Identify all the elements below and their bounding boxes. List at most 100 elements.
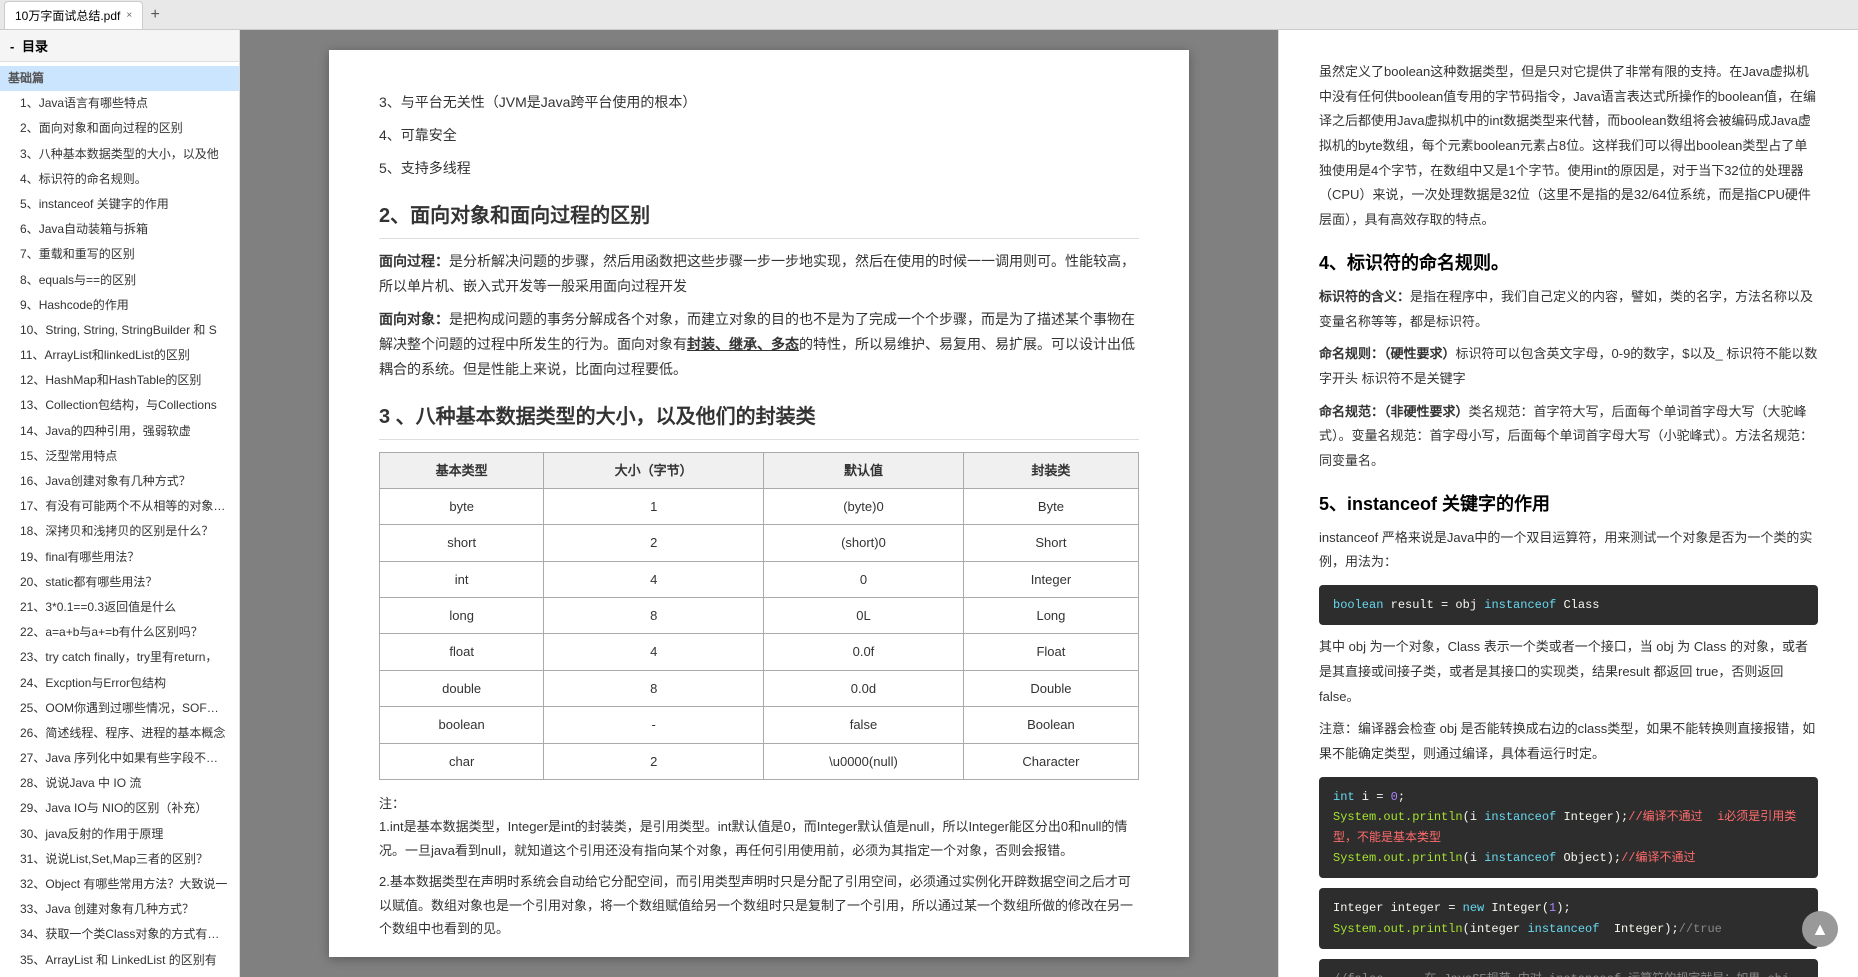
sidebar-item-24[interactable]: 24、Excption与Error包结构 <box>0 671 239 696</box>
sidebar-item-2[interactable]: 2、面向对象和面向过程的区别 <box>0 116 239 141</box>
instanceof-explain2: 注意：编译器会检查 obj 是否能转换成右边的class类型，如果不能转换则直接… <box>1319 717 1818 766</box>
point-5: 5、支持多线程 <box>379 156 1139 181</box>
sidebar-item-9[interactable]: 9、Hashcode的作用 <box>0 293 239 318</box>
sidebar-item-10[interactable]: 10、String, String, StringBuilder 和 S <box>0 318 239 343</box>
sidebar-item-3[interactable]: 3、八种基本数据类型的大小，以及他 <box>0 142 239 167</box>
sidebar-item-31[interactable]: 31、说说List,Set,Map三者的区别？ <box>0 847 239 872</box>
label-process: 面向过程： <box>379 253 449 269</box>
sidebar-item-16[interactable]: 16、Java创建对象有几种方式？ <box>0 469 239 494</box>
sidebar-item-20[interactable]: 20、static都有哪些用法？ <box>0 570 239 595</box>
col-default: 默认值 <box>764 452 964 488</box>
tab-close-button[interactable]: × <box>126 10 132 21</box>
tab-bar: 10万字面试总结.pdf × + <box>0 0 1858 30</box>
content-wrapper: 3、与平台无关性（JVM是Java跨平台使用的根本） 4、可靠安全 5、支持多线… <box>240 30 1858 977</box>
note-label: 注： <box>379 792 1139 815</box>
point-4: 4、可靠安全 <box>379 123 1139 148</box>
sidebar-item-14[interactable]: 14、Java的四种引用，强弱软虚 <box>0 419 239 444</box>
sidebar-item-17[interactable]: 17、有没有可能两个不从相等的对象有相 <box>0 494 239 519</box>
section5-heading: 5、instanceof 关键字的作用 <box>1319 490 1818 516</box>
pdf-body: 3、与平台无关性（JVM是Java跨平台使用的根本） 4、可靠安全 5、支持多线… <box>379 90 1139 940</box>
code-keyword-boolean: boolean <box>1333 598 1383 612</box>
sidebar: - 目录 基础篇 1、Java语言有哪些特点 2、面向对象和面向过程的区别 3、… <box>0 30 240 977</box>
sidebar-item-4[interactable]: 4、标识符的命名规则。 <box>0 167 239 192</box>
table-row: char2\u0000(null)Character <box>380 743 1139 779</box>
sidebar-item-25[interactable]: 25、OOM你遇到过哪些情况，SOF你遇 <box>0 696 239 721</box>
sidebar-item-28[interactable]: 28、说说Java 中 IO 流 <box>0 771 239 796</box>
code-line-4: Integer integer = new Integer(1); <box>1333 898 1804 918</box>
sidebar-item-36[interactable]: 36、用过 ArrayList 吗？讲一下有什么: <box>0 973 239 977</box>
section2-heading: 2、面向对象和面向过程的区别 <box>379 198 1139 239</box>
pdf-page: 3、与平台无关性（JVM是Java跨平台使用的根本） 4、可靠安全 5、支持多线… <box>329 50 1189 957</box>
table-row: long80LLong <box>380 598 1139 634</box>
sidebar-item-12[interactable]: 12、HashMap和HashTable的区别 <box>0 368 239 393</box>
table-row: double80.0dDouble <box>380 670 1139 706</box>
new-tab-button[interactable]: + <box>143 3 167 27</box>
code-line-1: int i = 0; <box>1333 787 1804 807</box>
tab-label: 10万字面试总结.pdf <box>15 7 120 24</box>
label-naming-hard: 命名规则：（硬性要求） <box>1319 346 1456 361</box>
sidebar-item-21[interactable]: 21、3*0.1==0.3返回值是什么 <box>0 595 239 620</box>
sidebar-item-11[interactable]: 11、ArrayList和linkedList的区别 <box>0 343 239 368</box>
code-line-2: System.out.println(i instanceof Integer)… <box>1333 807 1804 848</box>
table-row: boolean-falseBoolean <box>380 707 1139 743</box>
code-line-3: System.out.println(i instanceof Object);… <box>1333 848 1804 868</box>
table-row: short2(short)0Short <box>380 525 1139 561</box>
col-size: 大小（字节） <box>544 452 764 488</box>
naming-rule-soft: 命名规范：（非硬性要求）类名规范：首字符大写，后面每个单词首字母大写（大驼峰式）… <box>1319 400 1818 474</box>
sidebar-item-15[interactable]: 15、泛型常用特点 <box>0 444 239 469</box>
sidebar-category-basics[interactable]: 基础篇 <box>0 66 239 91</box>
sidebar-item-32[interactable]: 32、Object 有哪些常用方法？大致说一 <box>0 872 239 897</box>
right-panel: 虽然定义了boolean这种数据类型，但是只对它提供了非常有限的支持。在Java… <box>1278 30 1858 977</box>
sidebar-item-6[interactable]: 6、Java自动装箱与拆箱 <box>0 217 239 242</box>
scroll-top-button[interactable]: ▲ <box>1802 911 1838 947</box>
sidebar-list[interactable]: 基础篇 1、Java语言有哪些特点 2、面向对象和面向过程的区别 3、八种基本数… <box>0 62 239 977</box>
sidebar-item-19[interactable]: 19、final有哪些用法？ <box>0 545 239 570</box>
sidebar-item-22[interactable]: 22、a=a+b与a+=b有什么区别吗？ <box>0 620 239 645</box>
sidebar-item-23[interactable]: 23、try catch finally，try里有return， <box>0 645 239 670</box>
left-pdf-content[interactable]: 3、与平台无关性（JVM是Java跨平台使用的根本） 4、可靠安全 5、支持多线… <box>240 30 1278 977</box>
code-keyword-instanceof: instanceof <box>1484 598 1556 612</box>
pdf-tab[interactable]: 10万字面试总结.pdf × <box>4 1 143 29</box>
sidebar-item-35[interactable]: 35、ArrayList 和 LinkedList 的区别有 <box>0 948 239 973</box>
sidebar-item-27[interactable]: 27、Java 序列化中如果有些字段不想进 <box>0 746 239 771</box>
sidebar-item-1[interactable]: 1、Java语言有哪些特点 <box>0 91 239 116</box>
section2-oop: 面向对象：是把构成问题的事务分解成各个对象，而建立对象的目的也不是为了完成一个个… <box>379 307 1139 383</box>
section2-process: 面向过程：是分析解决问题的步骤，然后用函数把这些步骤一步一步地实现，然后在使用的… <box>379 249 1139 299</box>
table-row: float40.0fFloat <box>380 634 1139 670</box>
col-type: 基本类型 <box>380 452 544 488</box>
note-1: 1.int是基本数据类型，Integer是int的封装类，是引用类型。int默认… <box>379 815 1139 862</box>
code-block-2: int i = 0; System.out.println(i instance… <box>1319 777 1818 879</box>
section4-heading: 4、标识符的命名规则。 <box>1319 249 1818 275</box>
col-wrapper: 封装类 <box>963 452 1138 488</box>
code-block-3: Integer integer = new Integer(1); System… <box>1319 888 1818 949</box>
label-identifier-meaning: 标识符的含义： <box>1319 289 1410 304</box>
sidebar-item-30[interactable]: 30、java反射的作用于原理 <box>0 822 239 847</box>
code-line-6: //false ，在 JavaSE规范 中对 instanceof 运算符的规定… <box>1333 969 1804 977</box>
table-row: int40Integer <box>380 561 1139 597</box>
code-var-result: result = obj <box>1391 598 1485 612</box>
sidebar-item-26[interactable]: 26、简述线程、程序、进程的基本概念 <box>0 721 239 746</box>
code-class-name: Class <box>1563 598 1599 612</box>
data-types-table: 基本类型 大小（字节） 默认值 封装类 byte1(byte)0Byte sho… <box>379 452 1139 781</box>
point-3: 3、与平台无关性（JVM是Java跨平台使用的根本） <box>379 90 1139 115</box>
instanceof-explain1: 其中 obj 为一个对象，Class 表示一个类或者一个接口，当 obj 为 C… <box>1319 635 1818 709</box>
sidebar-collapse-icon[interactable]: - <box>10 39 14 54</box>
sidebar-item-33[interactable]: 33、Java 创建对象有几种方式？ <box>0 897 239 922</box>
code-block-1: boolean result = obj instanceof Class <box>1319 585 1818 625</box>
section3-heading: 3 、八种基本数据类型的大小，以及他们的封装类 <box>379 399 1139 440</box>
sidebar-item-13[interactable]: 13、Collection包结构，与Collections <box>0 393 239 418</box>
sidebar-item-5[interactable]: 5、instanceof 关键字的作用 <box>0 192 239 217</box>
code-line-5: System.out.println(integer instanceof In… <box>1333 919 1804 939</box>
instanceof-intro: instanceof 严格来说是Java中的一个双目运算符，用来测试一个对象是否… <box>1319 526 1818 575</box>
sidebar-item-18[interactable]: 18、深拷贝和浅拷贝的区别是什么？ <box>0 519 239 544</box>
right-intro-text: 虽然定义了boolean这种数据类型，但是只对它提供了非常有限的支持。在Java… <box>1319 60 1818 233</box>
sidebar-item-34[interactable]: 34、获取一个类Class对象的方式有哪些 <box>0 922 239 947</box>
sidebar-item-29[interactable]: 29、Java IO与 NIO的区别（补充） <box>0 796 239 821</box>
sidebar-item-8[interactable]: 8、equals与==的区别 <box>0 268 239 293</box>
sidebar-item-7[interactable]: 7、重载和重写的区别 <box>0 242 239 267</box>
note-2: 2.基本数据类型在声明时系统会自动给它分配空间，而引用类型声明时只是分配了引用空… <box>379 870 1139 940</box>
main-layout: - 目录 基础篇 1、Java语言有哪些特点 2、面向对象和面向过程的区别 3、… <box>0 30 1858 977</box>
label-naming-soft: 命名规范：（非硬性要求） <box>1319 404 1469 419</box>
label-oop: 面向对象： <box>379 311 449 327</box>
identifier-meaning: 标识符的含义：是指在程序中，我们自己定义的内容，譬如，类的名字，方法名称以及变量… <box>1319 285 1818 334</box>
